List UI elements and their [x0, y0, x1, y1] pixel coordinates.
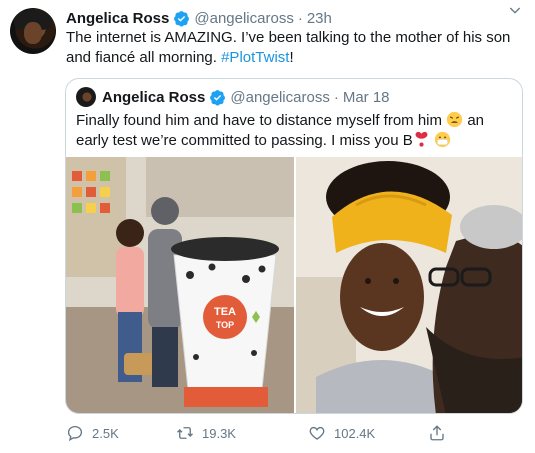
share-button[interactable]	[428, 424, 454, 442]
reply-icon	[67, 425, 83, 442]
retweet-button[interactable]: 19.3K	[176, 424, 236, 442]
like-button[interactable]: 102.4K	[308, 424, 375, 442]
verified-badge-icon	[174, 10, 190, 27]
reply-count: 2.5K	[92, 425, 119, 441]
cup-brand-sub-text: TOP	[216, 320, 234, 330]
quoted-author-avatar	[76, 87, 96, 107]
like-count: 102.4K	[334, 425, 376, 441]
quoted-photos: TEA TOP	[66, 157, 522, 413]
photo-tea-shop[interactable]: TEA TOP	[66, 157, 294, 413]
author-avatar[interactable]	[10, 8, 56, 54]
heart-exclamation-emoji	[415, 131, 428, 147]
quoted-text-part1: Finally found him and have to distance m…	[76, 112, 447, 129]
retweet-icon	[177, 427, 193, 439]
hashtag-link[interactable]: #PlotTwist	[221, 49, 289, 66]
quoted-tweet-date: Mar 18	[342, 88, 390, 106]
separator-dot: ·	[297, 9, 303, 27]
tweet[interactable]: Angelica Ross @angelicaross · 23h The in…	[0, 0, 535, 453]
quoted-tweet-text: Finally found him and have to distance m…	[76, 111, 516, 151]
tweet-time[interactable]: 23h	[307, 10, 332, 27]
cup-brand-text: TEA	[214, 306, 236, 318]
caret-down-icon[interactable]	[507, 2, 523, 18]
tea-shop-illustration: TEA TOP	[66, 157, 294, 413]
author-name[interactable]: Angelica Ross	[66, 10, 169, 27]
tweet-text: The internet is AMAZING. I’ve been talki…	[66, 28, 526, 68]
like-icon	[309, 426, 325, 440]
author-handle[interactable]: @angelicaross	[194, 10, 293, 27]
quoted-tweet[interactable]: Angelica Ross @angelicaross · Mar 18 Fin…	[65, 78, 523, 414]
mask-face-emoji	[434, 131, 451, 148]
quoted-author-handle: @angelicaross	[230, 88, 330, 106]
tired-face-emoji	[447, 111, 463, 128]
verified-badge-icon	[210, 89, 226, 106]
share-icon	[430, 425, 444, 441]
couple-illustration	[296, 157, 522, 413]
avatar-face	[24, 22, 42, 44]
retweet-count: 19.3K	[202, 425, 236, 441]
reply-button[interactable]: 2.5K	[66, 424, 119, 442]
separator-dot: ·	[333, 88, 339, 106]
tweet-header: Angelica Ross @angelicaross · 23h	[66, 8, 526, 28]
photo-couple[interactable]	[296, 157, 522, 413]
tweet-text-end: !	[289, 49, 294, 66]
quoted-author-name: Angelica Ross	[102, 88, 206, 106]
quoted-tweet-header: Angelica Ross @angelicaross · Mar 18	[102, 87, 390, 107]
tweet-actions: 2.5K 19.3K 102.4K	[66, 424, 486, 446]
